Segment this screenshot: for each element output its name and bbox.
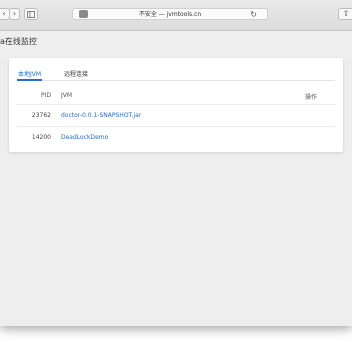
column-header-actions: 操作 xyxy=(305,94,318,101)
jvm-panel: 本地JVM 远程连接 PID JVM 操作 23762 doctor-0.0.1… xyxy=(9,58,343,152)
table-row: 23762 doctor-0.0.1-SNAPSHOT.jar xyxy=(17,104,335,127)
table-row: 14200 DeadLockDemo xyxy=(17,126,335,149)
share-icon: ⇧ xyxy=(342,9,350,18)
tab-bar: 本地JVM 远程连接 xyxy=(17,66,335,81)
pid-cell: 23762 xyxy=(31,112,51,119)
tab-remote-connection[interactable]: 远程连接 xyxy=(64,69,88,78)
forward-button[interactable]: › xyxy=(9,8,20,20)
sidebar-icon xyxy=(27,10,35,18)
jvm-link[interactable]: DeadLockDemo xyxy=(61,134,108,141)
pid-cell: 14200 xyxy=(31,134,51,141)
browser-window: ‹ › 不安全 — jvmtools.cn ↻ ⇧ a在线监控 本地JVM 远程… xyxy=(0,0,352,326)
jvm-link[interactable]: doctor-0.0.1-SNAPSHOT.jar xyxy=(61,112,141,119)
shield-icon xyxy=(79,10,88,18)
active-tab-indicator xyxy=(17,79,42,81)
page-title: a在线监控 xyxy=(0,37,37,46)
address-bar[interactable]: 不安全 — jvmtools.cn ↻ xyxy=(72,8,268,20)
sidebar-button[interactable] xyxy=(24,8,38,20)
column-header-pid: PID xyxy=(40,92,51,99)
browser-toolbar: ‹ › 不安全 — jvmtools.cn ↻ ⇧ xyxy=(0,0,352,31)
share-button[interactable]: ⇧ xyxy=(338,8,352,20)
reload-icon[interactable]: ↻ xyxy=(250,9,257,20)
url-text: 不安全 — jvmtools.cn xyxy=(138,11,202,18)
column-header-jvm: JVM xyxy=(61,92,73,99)
tab-local-jvm[interactable]: 本地JVM xyxy=(18,69,41,78)
